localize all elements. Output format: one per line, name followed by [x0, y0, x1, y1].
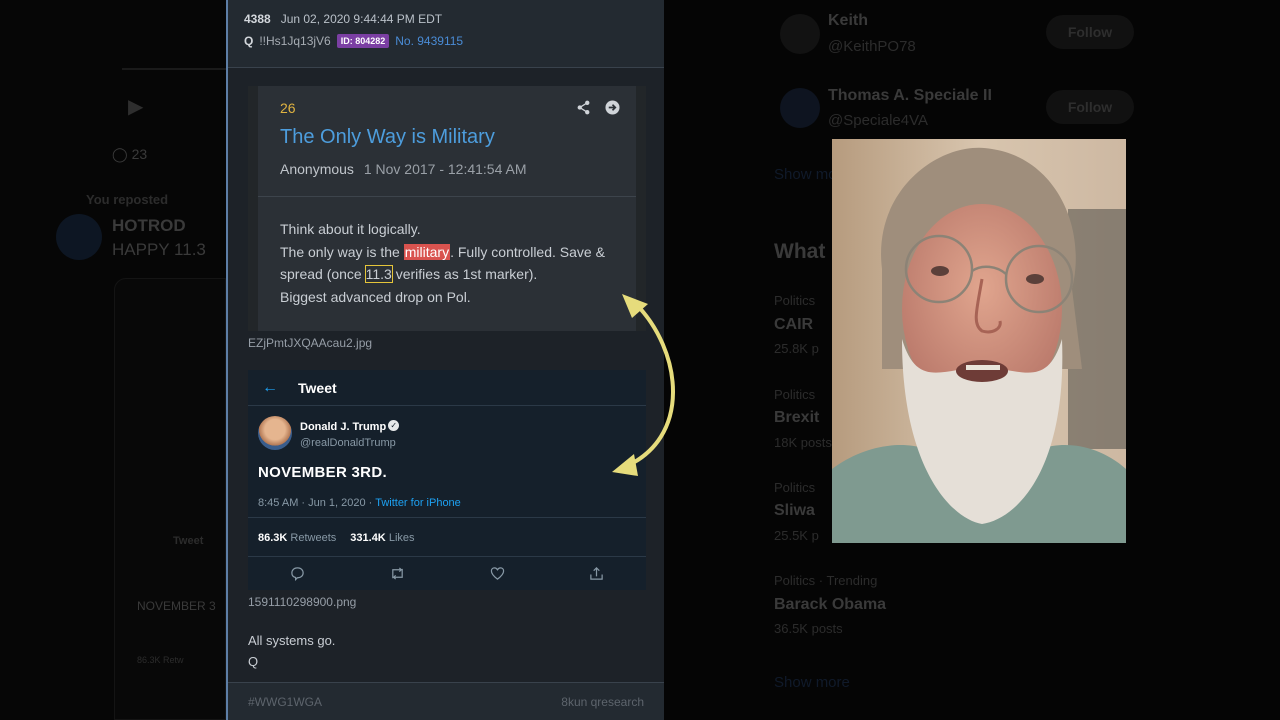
trends-heading: What [774, 240, 826, 263]
trend-category: Politics [774, 480, 816, 495]
highlight-11-3: 11.3 [364, 265, 393, 283]
tweet-topbar: ← Tweet [248, 370, 646, 406]
trend-posts: 18K posts [774, 435, 832, 450]
highlight-military: military [403, 243, 451, 260]
post-body-line: Q [248, 654, 259, 669]
likes-count: 331.4K [350, 532, 386, 544]
retweets-count: 86.3K [258, 532, 288, 544]
play-icon[interactable]: ▶ [128, 94, 143, 119]
tweet-header: Tweet [298, 379, 337, 396]
follow-button[interactable]: Follow [1046, 90, 1134, 124]
follow-name: Keith [828, 12, 868, 29]
avatar[interactable] [780, 88, 820, 128]
person-video-frame [832, 139, 1126, 543]
divider [248, 556, 646, 557]
tweet-stats: 86.3K Retweets 331.4K Likes [258, 532, 415, 544]
share-icon[interactable] [576, 100, 591, 115]
post-tripcode: !!Hs1Jq13jV6 [259, 34, 331, 48]
avatar[interactable] [780, 14, 820, 54]
trend-category: Politics [774, 387, 816, 402]
post-number: 4388 [244, 12, 271, 26]
back-arrow-icon: ← [262, 378, 278, 396]
avatar[interactable] [56, 214, 102, 260]
progress-track [122, 68, 226, 70]
quoted-number: 26 [280, 100, 296, 116]
tweet-user: Donald J. Trump ✓ @realDonaldTrump [258, 416, 400, 450]
embedded-stats: 86.3K Retw [137, 655, 184, 665]
post-no-link[interactable]: No. 9439115 [395, 34, 463, 48]
post-date: Jun 02, 2020 9:44:44 PM EDT [280, 12, 443, 26]
quoted-line: Think about it logically. [280, 221, 421, 237]
reply-count[interactable]: ◯ 23 [112, 146, 147, 163]
quoted-meta: Anonymous 1 Nov 2017 - 12:41:54 AM [280, 161, 614, 177]
post-header: 4388 Jun 02, 2020 9:44:44 PM EDT Q !!Hs1… [228, 0, 664, 68]
tweet-screenshot[interactable]: ← Tweet Donald J. Trump ✓ @realDonaldTrum… [248, 370, 646, 590]
embedded-image[interactable]: Tweet NOVEMBER 3 86.3K Retw [114, 278, 226, 720]
quoted-drop-card: 26 The Only Way is Military Anonymous 1 … [248, 86, 646, 331]
feed-text: HAPPY 11.3 [112, 240, 206, 259]
reposted-label: You reposted [86, 192, 169, 207]
divider [258, 196, 636, 197]
share-icon [590, 567, 603, 580]
tweet-source: Twitter for iPhone [375, 497, 461, 509]
image-filename[interactable]: EZjPmtJXQAAcau2.jpg [248, 336, 372, 350]
trend-posts: 36.5K posts [774, 621, 843, 636]
follow-button[interactable]: Follow [1046, 15, 1134, 49]
hashtag: #WWG1WGA [248, 695, 322, 709]
trend-name[interactable]: Brexit [774, 409, 819, 427]
post-body-line: All systems go. [248, 633, 336, 648]
tweet-handle: @realDonaldTrump [300, 437, 396, 449]
verified-badge-icon: ✓ [388, 420, 400, 432]
image-filename[interactable]: 1591110298900.png [248, 595, 356, 609]
trend-name[interactable]: CAIR [774, 316, 813, 334]
tweet-actions [248, 566, 646, 581]
arrow-right-circle-icon[interactable] [605, 100, 620, 115]
show-more-link[interactable]: Show more [774, 674, 850, 691]
quoted-line: spread (once 11.3 verifies as 1st marker… [280, 265, 538, 283]
post-author: Q [244, 34, 254, 48]
trend-category: Politics · Trending [774, 573, 878, 588]
trend-category: Politics [774, 293, 816, 308]
tweet-text: NOVEMBER 3RD. [258, 464, 387, 481]
embedded-tweet-text: NOVEMBER 3 [137, 599, 216, 613]
id-badge: ID: 804282 [336, 34, 390, 48]
quoted-author: Anonymous [280, 161, 354, 177]
feed-user-name: HOTROD [112, 216, 186, 235]
heart-icon [490, 567, 505, 580]
reply-icon: ◯ [112, 146, 132, 162]
trend-posts: 25.8K p [774, 341, 819, 356]
post-body: All systems go. Q [248, 630, 335, 672]
trend-posts: 25.5K p [774, 528, 819, 543]
follow-handle: @Speciale4VA [828, 112, 929, 129]
screen: ▶ ◯ 23 You reposted HOTROD HAPPY 11.3 Tw… [0, 0, 1280, 720]
reply-icon [291, 567, 304, 581]
quoted-title[interactable]: The Only Way is Military [280, 126, 614, 149]
trend-name[interactable]: Sliwa [774, 502, 815, 520]
background-feed-left: ▶ ◯ 23 You reposted HOTROD HAPPY 11.3 Tw… [0, 0, 226, 720]
post-source: 8kun qresearch [561, 695, 644, 709]
tweet-user-name: Donald J. Trump [300, 421, 387, 433]
follow-name: Thomas A. Speciale II [828, 87, 992, 104]
video-overlay[interactable] [832, 139, 1126, 543]
quoted-date: 1 Nov 2017 - 12:41:54 AM [363, 161, 527, 177]
avatar [258, 416, 292, 450]
quoted-actions [576, 100, 620, 115]
post-footer: #WWG1WGA 8kun qresearch [228, 682, 664, 720]
qdrop-panel: 4388 Jun 02, 2020 9:44:44 PM EDT Q !!Hs1… [226, 0, 675, 720]
quoted-line: The only way is the military. Fully cont… [280, 243, 605, 260]
follow-handle: @KeithPO78 [828, 38, 916, 55]
annotation-arrow [612, 294, 675, 476]
trend-name[interactable]: Barack Obama [774, 596, 886, 614]
quoted-body: Think about it logically. The only way i… [280, 218, 620, 308]
retweet-icon [392, 567, 403, 580]
divider [248, 517, 646, 518]
embedded-tweet-label: Tweet [173, 535, 204, 547]
quoted-line: Biggest advanced drop on Pol. [280, 288, 471, 305]
tweet-timestamp: 8:45 AM · Jun 1, 2020 · Twitter for iPho… [258, 497, 461, 509]
